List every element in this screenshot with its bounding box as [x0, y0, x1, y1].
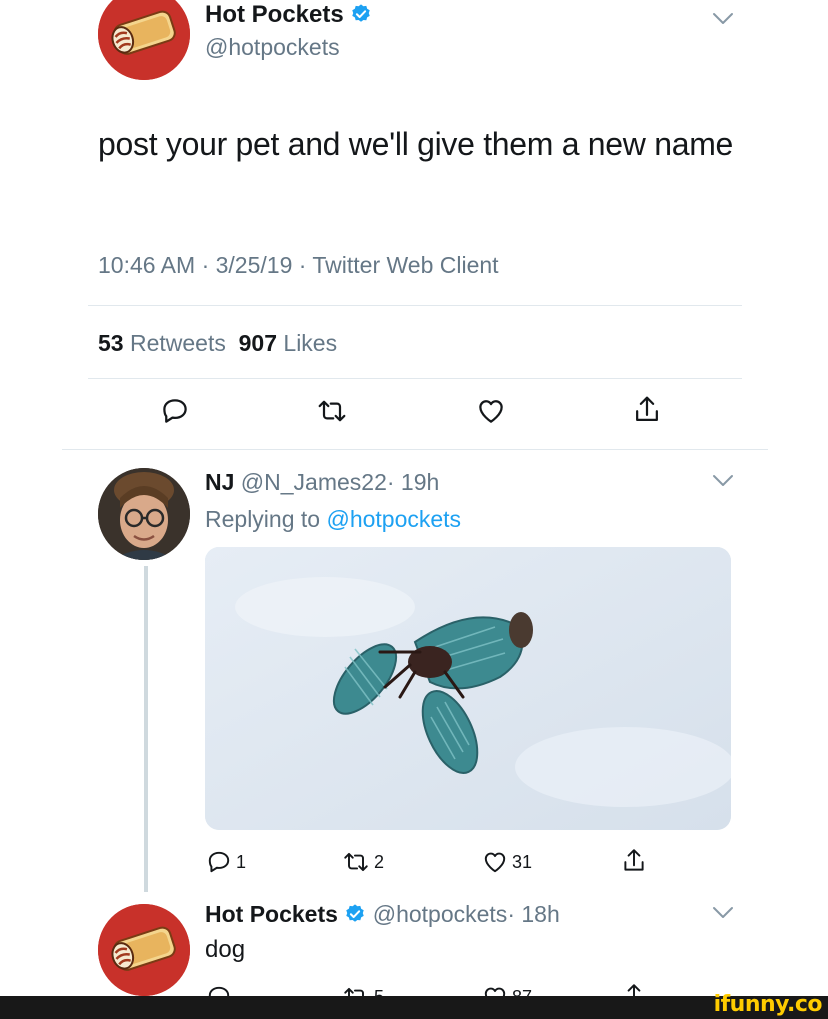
retweet-icon	[344, 852, 368, 872]
likes-label[interactable]: Likes	[283, 330, 337, 356]
retweets-count[interactable]: 53	[98, 330, 124, 356]
reply-like-button[interactable]: 31	[482, 849, 532, 875]
hot-pockets-avatar[interactable]	[98, 0, 190, 80]
replying-to-handle[interactable]: @hotpockets	[326, 506, 461, 532]
reply-author-name[interactable]: NJ	[205, 469, 234, 495]
tweet-timestamp[interactable]: 10:46 AM · 3/25/19 · Twitter Web Client	[98, 250, 499, 280]
reply-photo[interactable]	[205, 547, 731, 830]
reply-icon	[208, 851, 230, 873]
verified-badge-icon	[344, 903, 366, 925]
reply-share-button[interactable]	[621, 847, 647, 875]
hot-pockets-avatar[interactable]	[98, 904, 190, 996]
verified-badge-icon	[350, 3, 372, 25]
divider	[88, 378, 742, 379]
reply2-header[interactable]: Hot Pockets @hotpockets· 18h	[205, 899, 560, 929]
retweets-label[interactable]: Retweets	[130, 330, 226, 356]
tweet-text: post your pet and we'll give them a new …	[98, 126, 734, 162]
reply2-text: dog	[205, 936, 246, 963]
replying-prefix: Replying to	[205, 506, 321, 532]
reply-retweet-button[interactable]: 2	[342, 849, 384, 875]
like-button[interactable]	[476, 396, 506, 426]
likes-count[interactable]: 907	[239, 330, 277, 356]
like-icon	[479, 400, 503, 423]
chevron-down-icon[interactable]	[712, 906, 734, 920]
reply-retweets-count: 2	[374, 851, 385, 872]
reply-icon	[163, 399, 187, 423]
tweet-stats: 53 Retweets 907 Likes	[98, 328, 337, 358]
chevron-down-icon[interactable]	[712, 474, 734, 488]
nj-avatar[interactable]	[98, 468, 190, 560]
author-handle[interactable]: @hotpockets	[205, 33, 340, 61]
reply2-author-name[interactable]: Hot Pockets	[205, 901, 338, 927]
author-name[interactable]: Hot Pockets	[205, 0, 372, 30]
reply2-time[interactable]: · 18h	[507, 901, 559, 927]
reply-header[interactable]: NJ @N_James22· 19h	[205, 467, 439, 497]
reply-reply-button[interactable]: 1	[206, 849, 246, 875]
reply-time[interactable]: · 19h	[387, 469, 439, 495]
retweet-button[interactable]	[316, 396, 348, 426]
divider	[88, 305, 742, 306]
share-button[interactable]	[632, 394, 662, 426]
reply-author-handle[interactable]: @N_James22	[241, 469, 387, 495]
reply-replies-count: 1	[236, 851, 247, 872]
reply-likes-count: 31	[512, 851, 533, 872]
chevron-down-icon[interactable]	[712, 12, 734, 26]
share-icon	[636, 396, 658, 421]
divider	[62, 449, 768, 450]
reply-button[interactable]	[160, 396, 190, 426]
replying-to: Replying to @hotpockets	[205, 504, 461, 534]
reply2-author-handle[interactable]: @hotpockets	[373, 901, 508, 927]
thread-line	[144, 566, 148, 892]
watermark-bar: ifunny.co	[0, 992, 828, 1019]
like-icon	[484, 852, 506, 873]
retweet-icon	[318, 400, 346, 422]
share-icon	[624, 849, 644, 871]
ifunny-watermark: ifunny.co	[713, 992, 823, 1017]
